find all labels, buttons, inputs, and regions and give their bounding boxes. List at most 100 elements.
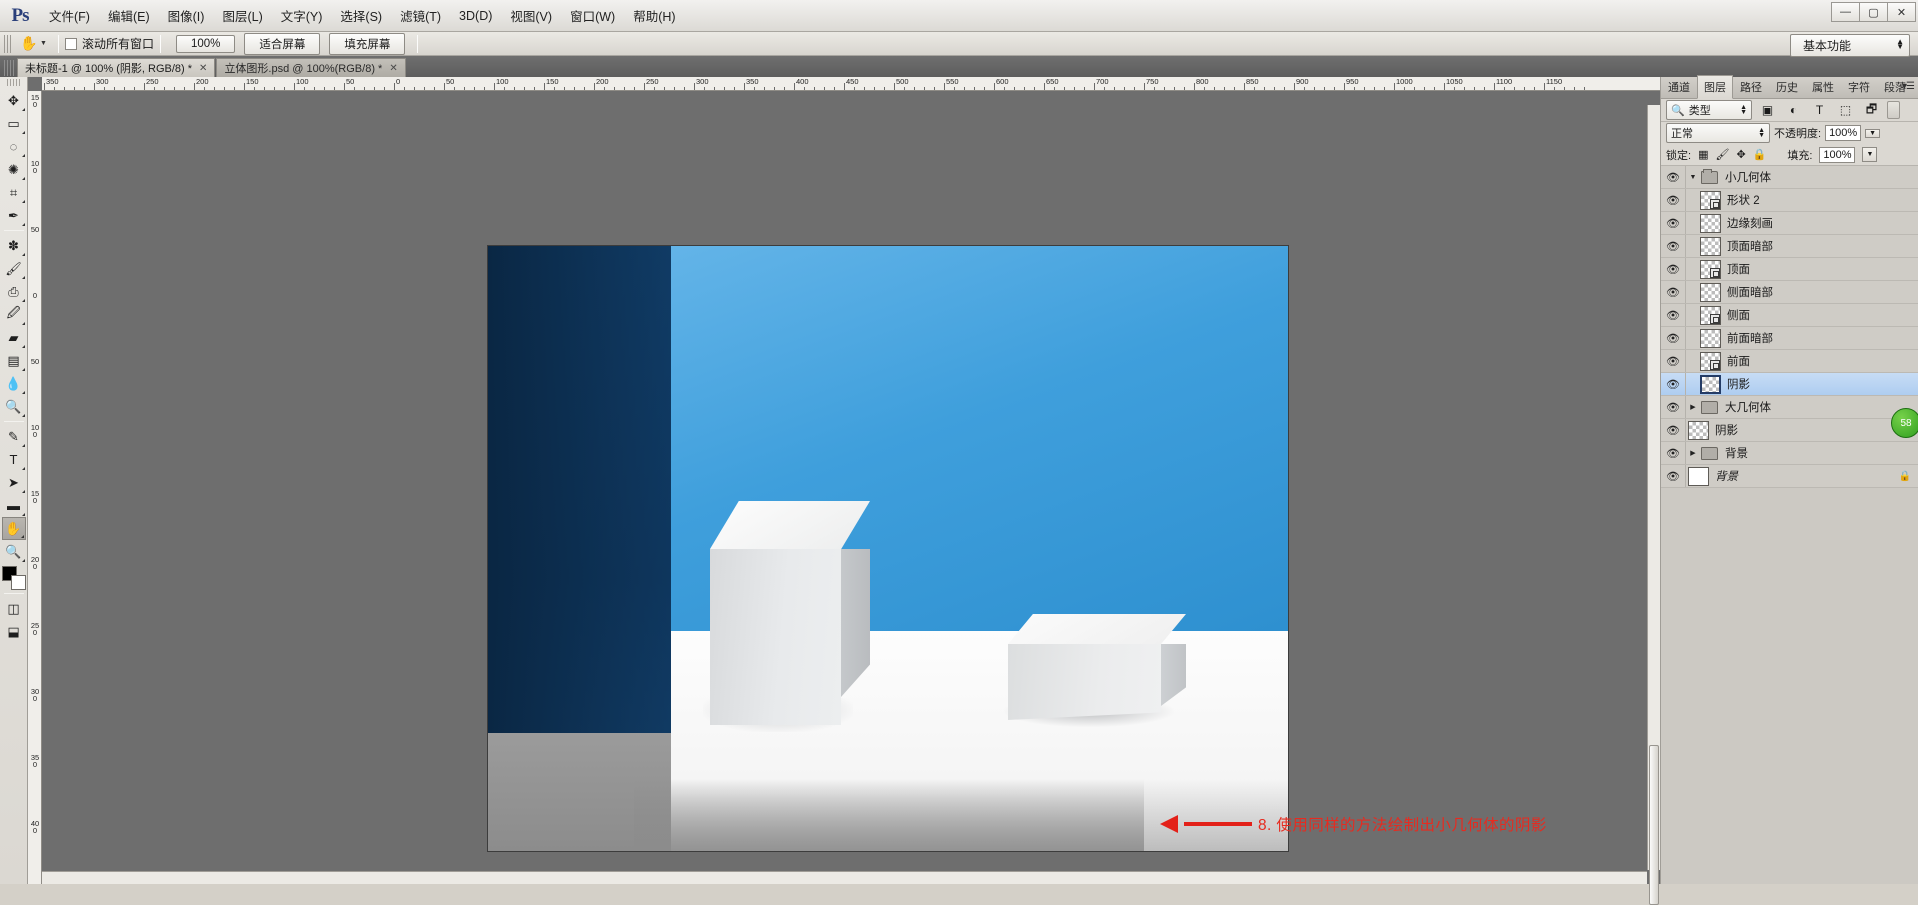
- marquee-tool[interactable]: ▭: [2, 112, 26, 135]
- eye-icon[interactable]: 👁: [1661, 194, 1685, 207]
- layer-thumbnail[interactable]: [1700, 237, 1721, 256]
- smart-object-filter-icon[interactable]: 🗗: [1861, 101, 1882, 119]
- layer-name[interactable]: 阴影: [1714, 422, 1918, 438]
- move-tool[interactable]: ✥: [2, 89, 26, 112]
- vertical-ruler[interactable]: 15010050050100150200250300350400: [28, 91, 42, 884]
- fill-dropdown-button[interactable]: ▼: [1862, 147, 1877, 162]
- menu-window[interactable]: 窗口(W): [561, 2, 624, 29]
- toolbox-grip[interactable]: [7, 79, 21, 86]
- layer-row[interactable]: 👁▶背景: [1661, 442, 1918, 465]
- layer-row[interactable]: 👁形状 2: [1661, 189, 1918, 212]
- layer-name[interactable]: 侧面: [1726, 307, 1918, 323]
- eyedropper-tool[interactable]: ✒: [2, 204, 26, 227]
- color-swatches[interactable]: [2, 566, 26, 590]
- layer-name[interactable]: 背景: [1724, 445, 1918, 461]
- checkbox-box[interactable]: [65, 38, 77, 50]
- type-filter-icon[interactable]: T: [1809, 101, 1830, 119]
- scroll-all-windows-checkbox[interactable]: 滚动所有窗口: [65, 35, 154, 52]
- workspace-selector[interactable]: 基本功能 ▲▼: [1790, 34, 1910, 57]
- layer-row[interactable]: 👁阴影: [1661, 373, 1918, 396]
- shape-filter-icon[interactable]: ⬚: [1835, 101, 1856, 119]
- fill-screen-button[interactable]: 填充屏幕: [329, 33, 405, 55]
- filter-enable-toggle[interactable]: [1887, 101, 1900, 119]
- clone-stamp-tool[interactable]: ⎙: [2, 280, 26, 303]
- background-color-swatch[interactable]: [11, 575, 26, 590]
- eye-icon[interactable]: 👁: [1661, 240, 1685, 253]
- horizontal-ruler[interactable]: 3503002502001501005005010015020025030035…: [42, 77, 1660, 91]
- layer-row[interactable]: 👁前面: [1661, 350, 1918, 373]
- close-icon[interactable]: ✕: [389, 63, 397, 74]
- minimize-button[interactable]: —: [1831, 2, 1860, 22]
- layer-name[interactable]: 顶面: [1726, 261, 1918, 277]
- dodge-tool[interactable]: 🔍: [2, 395, 26, 418]
- opacity-input[interactable]: 100%: [1825, 125, 1861, 141]
- options-bar-grip[interactable]: [4, 35, 13, 53]
- side-badge[interactable]: 58: [1891, 408, 1918, 438]
- hand-icon[interactable]: ✋: [18, 34, 40, 54]
- layer-row[interactable]: 👁 边缘刻画: [1661, 212, 1918, 235]
- menu-filter[interactable]: 滤镜(T): [391, 2, 450, 29]
- menu-3d[interactable]: 3D(D): [450, 5, 501, 27]
- layer-thumbnail[interactable]: [1688, 467, 1709, 486]
- layer-name[interactable]: 顶面暗部: [1726, 238, 1918, 254]
- chevron-right-icon[interactable]: ▶: [1686, 403, 1700, 411]
- tab-channels[interactable]: 通道: [1661, 75, 1697, 98]
- menu-view[interactable]: 视图(V): [501, 2, 561, 29]
- eye-icon[interactable]: 👁: [1661, 332, 1685, 345]
- layer-thumbnail[interactable]: [1700, 191, 1721, 210]
- history-brush-tool[interactable]: 🖉: [2, 303, 26, 326]
- horizontal-scrollbar[interactable]: [42, 871, 1647, 884]
- menu-edit[interactable]: 编辑(E): [99, 2, 159, 29]
- vertical-scrollbar[interactable]: [1647, 105, 1660, 870]
- shape-tool[interactable]: ▬: [2, 494, 26, 517]
- layer-name[interactable]: 阴影: [1726, 376, 1918, 392]
- tab-bar-grip[interactable]: [4, 60, 14, 76]
- layer-thumbnail[interactable]: [1700, 214, 1721, 233]
- close-button[interactable]: ✕: [1887, 2, 1916, 22]
- layer-list[interactable]: 👁▼小几何体👁形状 2👁边缘刻画👁顶面暗部👁顶面👁侧面暗部👁侧面👁前面暗部👁前面…: [1661, 166, 1918, 884]
- layer-row[interactable]: 👁 顶面暗部: [1661, 235, 1918, 258]
- menu-select[interactable]: 选择(S): [331, 2, 391, 29]
- layer-thumbnail[interactable]: [1700, 329, 1721, 348]
- pen-tool[interactable]: ✎: [2, 425, 26, 448]
- document-tab-2[interactable]: 立体图形.psd @ 100%(RGB/8) * ✕: [216, 58, 405, 77]
- type-tool[interactable]: T: [2, 448, 26, 471]
- layer-thumbnail[interactable]: [1700, 283, 1721, 302]
- tab-properties[interactable]: 属性: [1805, 75, 1841, 98]
- adjustment-filter-icon[interactable]: ◐: [1783, 101, 1804, 119]
- lock-position-icon[interactable]: ✥: [1736, 148, 1745, 161]
- eye-icon[interactable]: 👁: [1661, 217, 1685, 230]
- menu-layer[interactable]: 图层(L): [213, 2, 271, 29]
- eye-icon[interactable]: 👁: [1661, 424, 1685, 437]
- layer-filter-type-select[interactable]: 🔍 类型 ▲▼: [1666, 100, 1752, 120]
- panel-menu-icon[interactable]: ▾☰: [1902, 81, 1914, 92]
- eye-icon[interactable]: 👁: [1661, 470, 1685, 483]
- tab-paths[interactable]: 路径: [1733, 75, 1769, 98]
- brush-tool[interactable]: 🖌: [2, 257, 26, 280]
- layer-name[interactable]: 边缘刻画: [1726, 215, 1918, 231]
- lock-all-icon[interactable]: 🔒: [1753, 148, 1767, 161]
- vertical-scroll-thumb[interactable]: [1649, 745, 1659, 905]
- eye-icon[interactable]: 👁: [1661, 309, 1685, 322]
- tab-layers[interactable]: 图层: [1697, 75, 1733, 99]
- layer-row[interactable]: 👁▶ 大几何体: [1661, 396, 1918, 419]
- document-tab-1[interactable]: 未标题-1 @ 100% (阴影, RGB/8) * ✕: [17, 58, 215, 77]
- image-filter-icon[interactable]: ▣: [1757, 101, 1778, 119]
- layer-row[interactable]: 👁顶面: [1661, 258, 1918, 281]
- tab-history[interactable]: 历史: [1769, 75, 1805, 98]
- magic-wand-tool[interactable]: ✺: [2, 158, 26, 181]
- chevron-right-icon[interactable]: ▶: [1686, 449, 1700, 457]
- lock-transparency-icon[interactable]: ▦: [1698, 148, 1708, 161]
- layer-name[interactable]: 大几何体: [1724, 399, 1918, 415]
- layer-thumbnail[interactable]: [1688, 421, 1709, 440]
- eye-icon[interactable]: 👁: [1661, 401, 1685, 414]
- zoom-100-button[interactable]: 100%: [176, 35, 235, 53]
- layer-name[interactable]: 侧面暗部: [1726, 284, 1918, 300]
- layer-name[interactable]: 背景: [1714, 468, 1899, 484]
- layer-row[interactable]: 👁背景🔒: [1661, 465, 1918, 488]
- hand-tool[interactable]: ✋: [2, 517, 26, 540]
- layer-row[interactable]: 👁前面暗部: [1661, 327, 1918, 350]
- layer-row[interactable]: 👁 阴影: [1661, 419, 1918, 442]
- eraser-tool[interactable]: ▰: [2, 326, 26, 349]
- layer-thumbnail[interactable]: [1700, 306, 1721, 325]
